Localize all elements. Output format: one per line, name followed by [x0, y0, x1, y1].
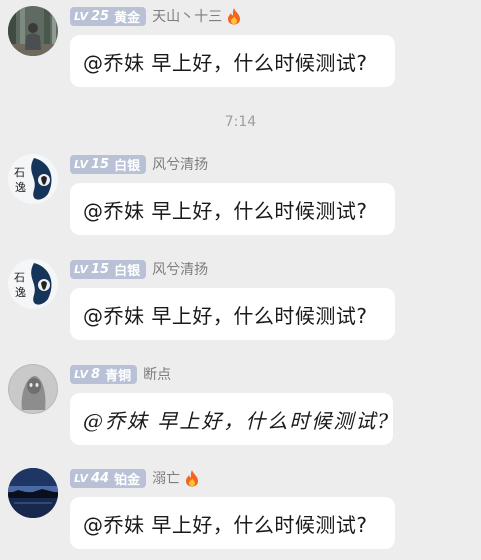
level-prefix: LV	[74, 157, 89, 171]
level-badge: LV 8 青铜	[70, 364, 138, 384]
message-bubble[interactable]: @乔妹 早上好，什么时候测试?	[70, 497, 395, 549]
fire-icon	[184, 469, 200, 487]
message-bubble[interactable]: @乔妹 早上好，什么时候测试?	[70, 393, 393, 445]
ink-calligraphy-avatar[interactable]: 石 逸	[8, 259, 58, 309]
person-in-forest-avatar[interactable]	[8, 6, 58, 56]
svg-text:逸: 逸	[15, 286, 26, 299]
level-rank: 白银	[114, 158, 141, 174]
sender-meta: LV 25 黄金 天山丶十三	[70, 6, 242, 26]
sender-nickname[interactable]: 断点	[143, 364, 171, 384]
grey-ghost-avatar[interactable]	[8, 364, 58, 414]
level-prefix: LV	[74, 471, 89, 485]
level-number: 44	[91, 470, 110, 486]
level-prefix: LV	[74, 262, 89, 276]
level-badge: LV 25 黄金	[70, 6, 147, 26]
sender-nickname[interactable]: 风兮清扬	[152, 154, 208, 174]
level-prefix: LV	[74, 367, 89, 381]
svg-text:逸: 逸	[15, 181, 26, 194]
sender-meta: LV 15 白银 风兮清扬	[70, 154, 208, 174]
level-number: 15	[91, 156, 110, 172]
svg-text:石: 石	[14, 166, 25, 179]
message-bubble[interactable]: @乔妹 早上好，什么时候测试?	[70, 183, 395, 235]
level-badge: LV 44 铂金	[70, 468, 147, 488]
message-bubble[interactable]: @乔妹 早上好，什么时候测试?	[70, 35, 395, 87]
timestamp-divider: 7:14	[224, 114, 257, 130]
fire-icon	[226, 7, 242, 25]
level-number: 8	[91, 366, 101, 382]
ink-calligraphy-avatar[interactable]: 石 逸	[8, 154, 58, 204]
sender-nickname[interactable]: 天山丶十三	[152, 6, 222, 26]
sender-meta: LV 44 铂金 溺亡	[70, 468, 200, 488]
level-number: 15	[91, 261, 110, 277]
level-rank: 白银	[114, 263, 141, 279]
level-prefix: LV	[74, 9, 89, 23]
sender-meta: LV 8 青铜 断点	[70, 364, 171, 384]
svg-text:石: 石	[14, 271, 25, 284]
sender-nickname[interactable]: 溺亡	[152, 468, 180, 488]
level-badge: LV 15 白银	[70, 154, 147, 174]
sender-nickname[interactable]: 风兮清扬	[152, 259, 208, 279]
level-rank: 铂金	[114, 472, 141, 488]
level-badge: LV 15 白银	[70, 259, 147, 279]
level-rank: 青铜	[105, 368, 132, 384]
sender-meta: LV 15 白银 风兮清扬	[70, 259, 208, 279]
chat-view: LV 25 黄金 天山丶十三 @乔妹 早上好，什么时候测试? 7:14 石 逸 …	[0, 0, 481, 560]
level-rank: 黄金	[114, 10, 141, 26]
message-bubble[interactable]: @乔妹 早上好，什么时候测试?	[70, 288, 395, 340]
night-lake-avatar[interactable]	[8, 468, 58, 518]
level-number: 25	[91, 8, 110, 24]
